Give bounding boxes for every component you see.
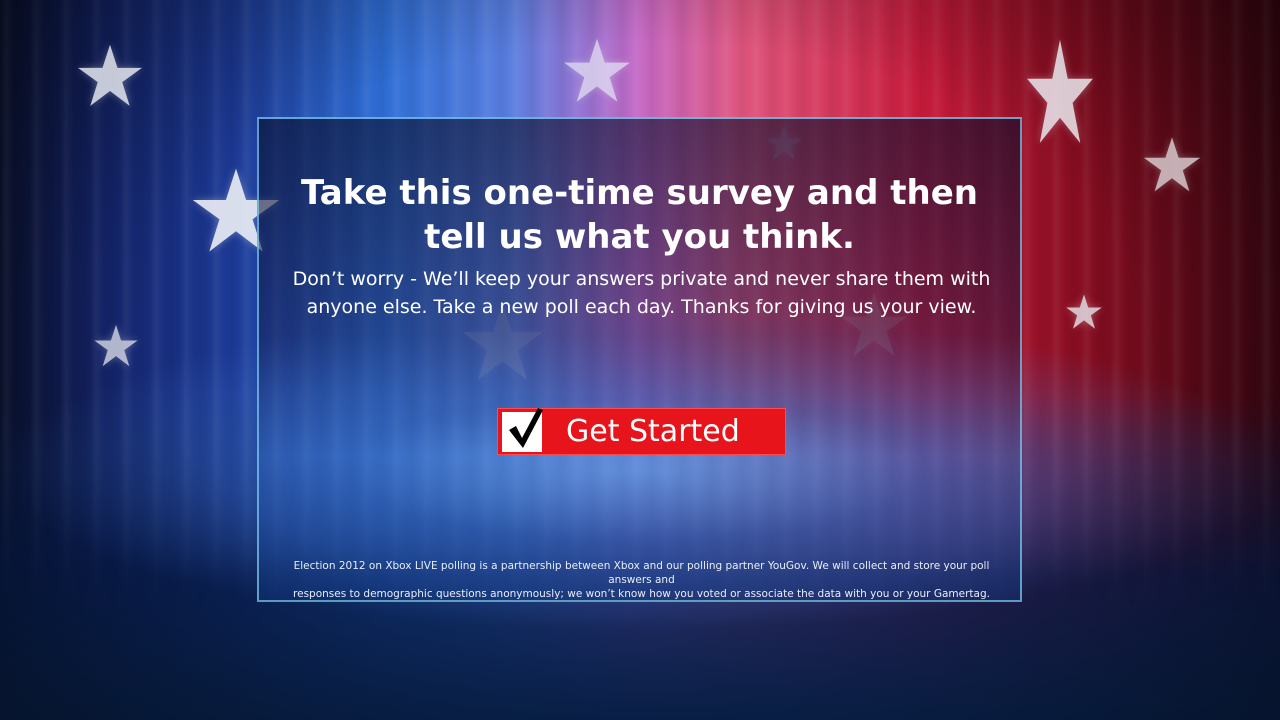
disclaimer-line1: Election 2012 on Xbox LIVE polling is a …	[293, 560, 990, 586]
star-icon	[93, 320, 139, 372]
survey-subtitle-line2: anyone else. Take a new poll each day. T…	[306, 296, 977, 318]
checkbox-icon	[502, 407, 543, 452]
star-icon	[1025, 35, 1095, 150]
survey-title-line2: tell us what you think.	[424, 217, 855, 257]
star-icon	[1065, 288, 1103, 336]
survey-title-line1: Take this one-time survey and then	[301, 173, 978, 213]
survey-panel: Take this one-time survey and then tell …	[257, 117, 1022, 602]
checkmark-icon	[509, 407, 543, 448]
get-started-button[interactable]: Get Started	[497, 407, 786, 455]
survey-screen: Take this one-time survey and then tell …	[0, 0, 1280, 720]
survey-subtitle: Don’t worry - We’ll keep your answers pr…	[279, 265, 1004, 321]
star-icon	[1140, 135, 1204, 195]
get-started-label: Get Started	[566, 413, 740, 449]
disclaimer-text: Election 2012 on Xbox LIVE polling is a …	[279, 559, 1004, 601]
star-icon	[76, 42, 144, 110]
disclaimer-line2: responses to demographic questions anony…	[293, 588, 990, 600]
star-icon	[553, 36, 641, 106]
survey-subtitle-line1: Don’t worry - We’ll keep your answers pr…	[292, 268, 991, 290]
survey-title: Take this one-time survey and then tell …	[259, 171, 1020, 259]
